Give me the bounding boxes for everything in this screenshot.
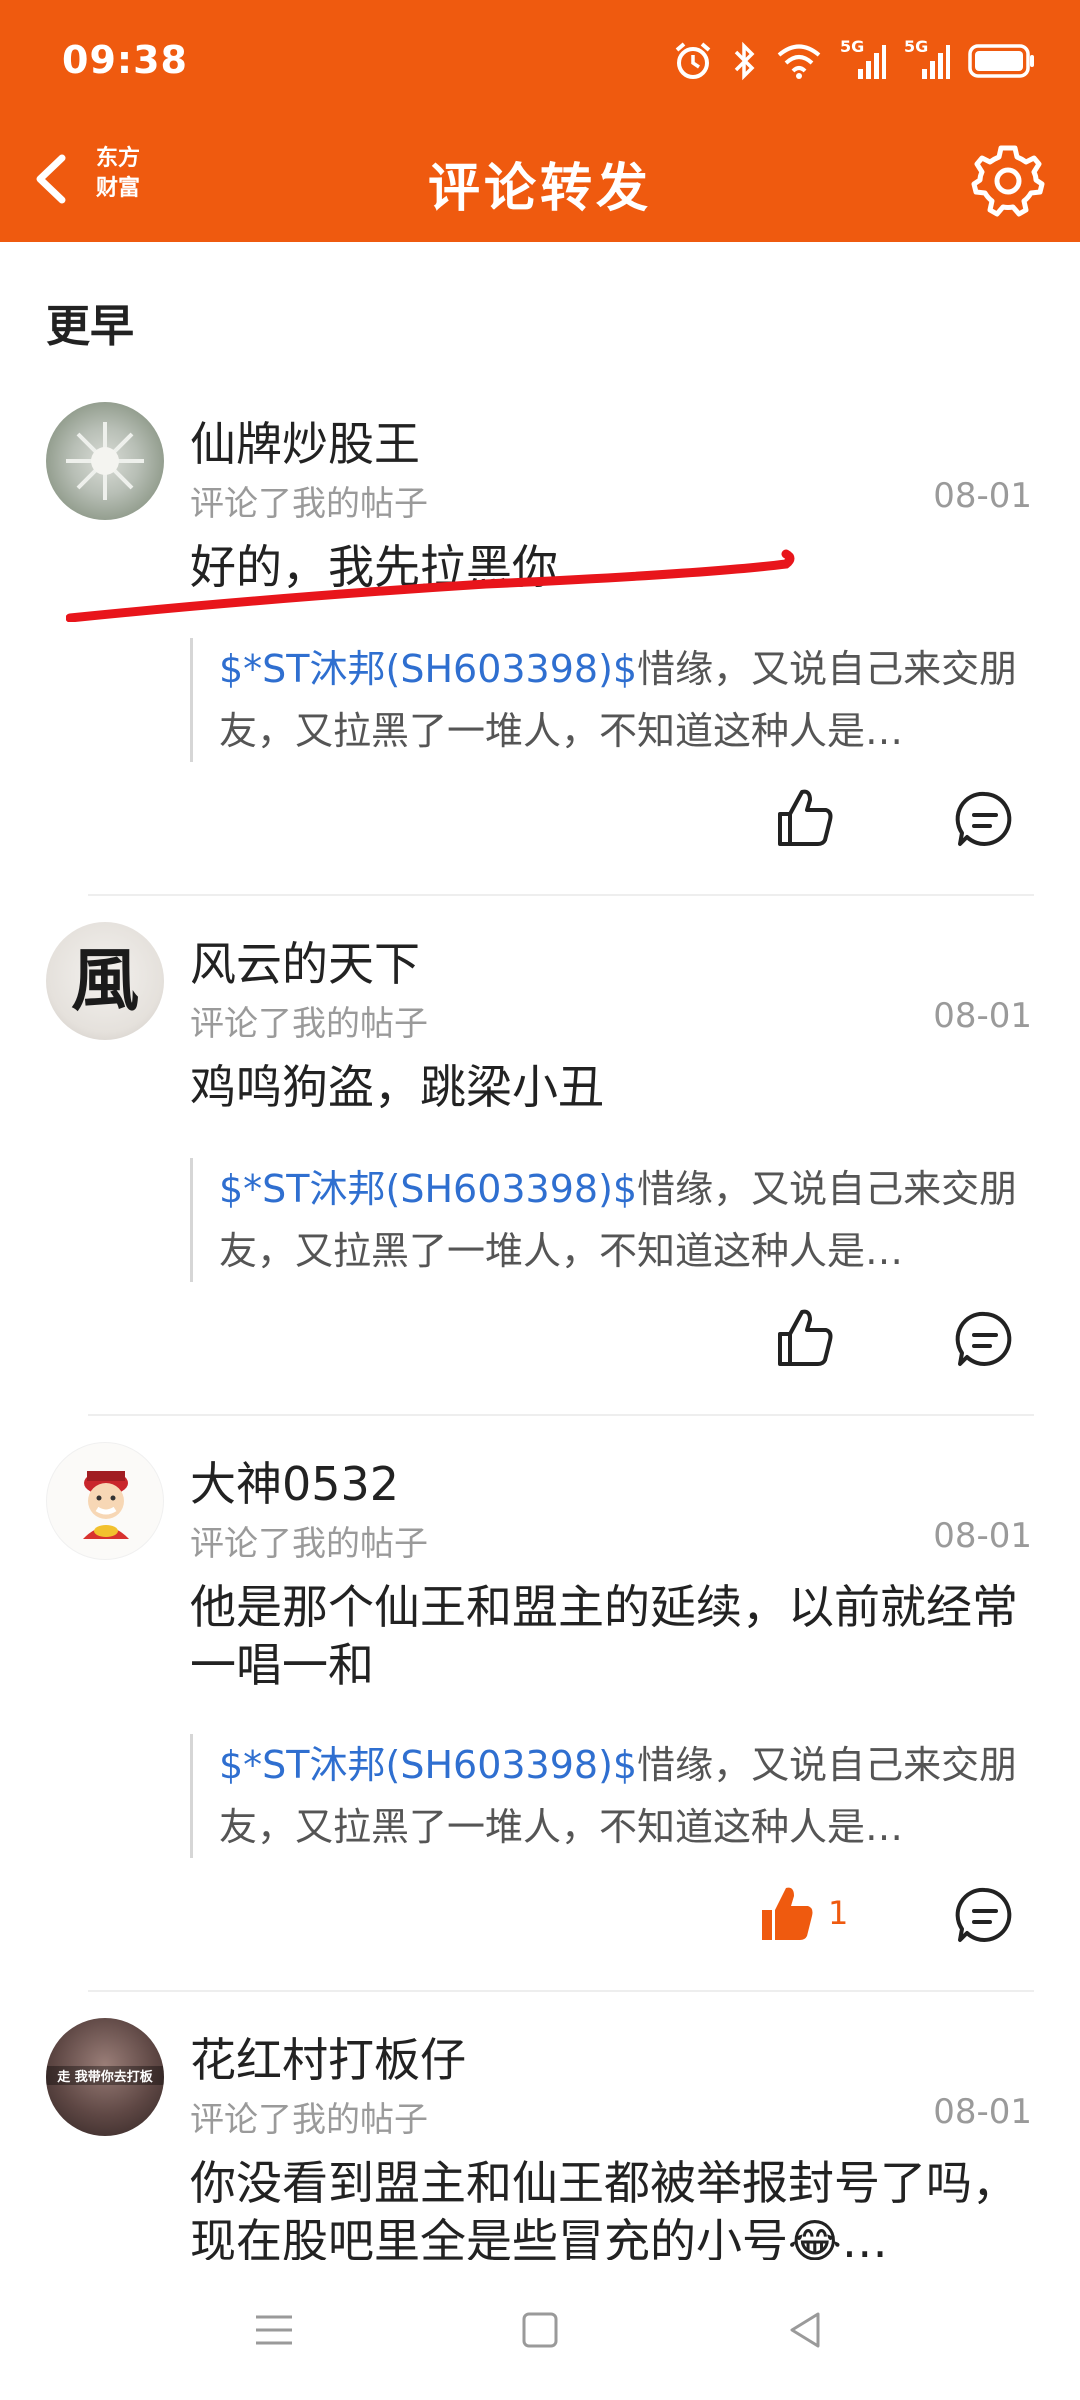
date: 08-01	[933, 996, 1032, 1036]
status-time: 09:38	[62, 38, 188, 82]
comment-text[interactable]: 鸡鸣狗盗，跳梁小丑	[190, 1058, 1030, 1116]
page-title: 评论转发	[427, 159, 652, 219]
stock-link[interactable]: $*ST沐邦(SH603398)$	[219, 1743, 637, 1787]
thumbs-up-filled-icon[interactable]	[752, 1880, 822, 1950]
like-count: 1	[828, 1894, 849, 1932]
avatar-calligraphy: 風	[70, 941, 139, 1021]
action-text: 评论了我的帖子	[190, 1004, 428, 1044]
comment-bubble-icon[interactable]	[950, 1880, 1020, 1950]
alarm-icon	[675, 42, 711, 79]
action-text: 评论了我的帖子	[190, 2100, 428, 2140]
header: 东方 财富 评论转发	[0, 122, 1080, 242]
list-item[interactable]: 仙牌炒股王 评论了我的帖子 08-01 好的，我先拉黑你 $*ST沐邦(SH60…	[0, 402, 1080, 892]
signal-icon	[858, 45, 886, 79]
comment-bubble-icon[interactable]	[950, 1304, 1020, 1374]
quoted-post[interactable]: $*ST沐邦(SH603398)$惜缘，又说自己来交朋友，又拉黑了一堆人，不知道…	[190, 638, 1030, 762]
avatar-overlay-text: 走 我带你去打板	[46, 2066, 164, 2085]
quoted-post[interactable]: $*ST沐邦(SH603398)$惜缘，又说自己来交朋友，又拉黑了一堆人，不知道…	[190, 1158, 1030, 1282]
user-name[interactable]: 花红村打板仔	[190, 2024, 466, 2090]
date: 08-01	[933, 2092, 1032, 2132]
divider	[88, 894, 1034, 896]
date: 08-01	[933, 476, 1032, 516]
home-square-icon[interactable]	[510, 2300, 570, 2360]
avatar-cartoon	[83, 1471, 129, 1539]
stock-link[interactable]: $*ST沐邦(SH603398)$	[219, 647, 637, 691]
list-item[interactable]: 大神0532 评论了我的帖子 08-01 他是那个仙王和盟主的延续，以前就经常一…	[0, 1442, 1080, 1982]
status-icons: 5G 5G	[672, 36, 1036, 86]
signal-1: 5G	[840, 37, 886, 81]
signal-icon	[922, 45, 950, 79]
thumbs-up-icon[interactable]	[770, 1304, 840, 1374]
quoted-post[interactable]: $*ST沐邦(SH603398)$惜缘，又说自己来交朋友，又拉黑了一堆人，不知道…	[190, 1734, 1030, 1858]
user-name[interactable]: 仙牌炒股王	[190, 408, 420, 474]
user-name[interactable]: 风云的天下	[190, 928, 420, 994]
menu-icon[interactable]	[244, 2300, 304, 2360]
comment-bubble-icon[interactable]	[950, 784, 1020, 854]
list-item[interactable]: 走 我带你去打板 花红村打板仔 评论了我的帖子 08-01 你没看到盟主和仙王都…	[0, 2018, 1080, 2260]
avatar[interactable]: 風	[46, 922, 164, 1040]
list-item[interactable]: 風 风云的天下 评论了我的帖子 08-01 鸡鸣狗盗，跳梁小丑 $*ST沐邦(S…	[0, 922, 1080, 1412]
signal-2: 5G	[904, 37, 950, 81]
avatar[interactable]	[46, 1442, 164, 1560]
gear-icon[interactable]	[970, 142, 1046, 218]
section-title: 更早	[46, 301, 134, 352]
avatar[interactable]	[46, 402, 164, 520]
top-bar: 09:38 5G 5G 东方 财富 评论转发	[0, 0, 1080, 242]
action-text: 评论了我的帖子	[190, 484, 428, 524]
comment-text[interactable]: 他是那个仙王和盟主的延续，以前就经常一唱一和	[190, 1578, 1030, 1694]
red-underline-annotation	[66, 549, 795, 622]
wifi-icon	[777, 44, 821, 79]
battery-icon	[968, 44, 1034, 78]
avatar-image	[66, 422, 144, 500]
status-bar: 09:38 5G 5G	[0, 0, 1080, 122]
action-text: 评论了我的帖子	[190, 1524, 428, 1564]
system-nav-bar	[0, 2260, 1080, 2400]
divider	[88, 1990, 1034, 1992]
user-name[interactable]: 大神0532	[190, 1448, 399, 1514]
back-triangle-icon[interactable]	[776, 2300, 836, 2360]
date: 08-01	[933, 1516, 1032, 1556]
divider	[88, 1414, 1034, 1416]
thumbs-up-icon[interactable]	[770, 784, 840, 854]
avatar[interactable]: 走 我带你去打板	[46, 2018, 164, 2136]
stock-link[interactable]: $*ST沐邦(SH603398)$	[219, 1167, 637, 1211]
comment-text[interactable]: 你没看到盟主和仙王都被举报封号了吗，现在股吧里全是些冒充的小号😂…	[190, 2154, 1030, 2260]
bluetooth-icon	[734, 41, 755, 81]
